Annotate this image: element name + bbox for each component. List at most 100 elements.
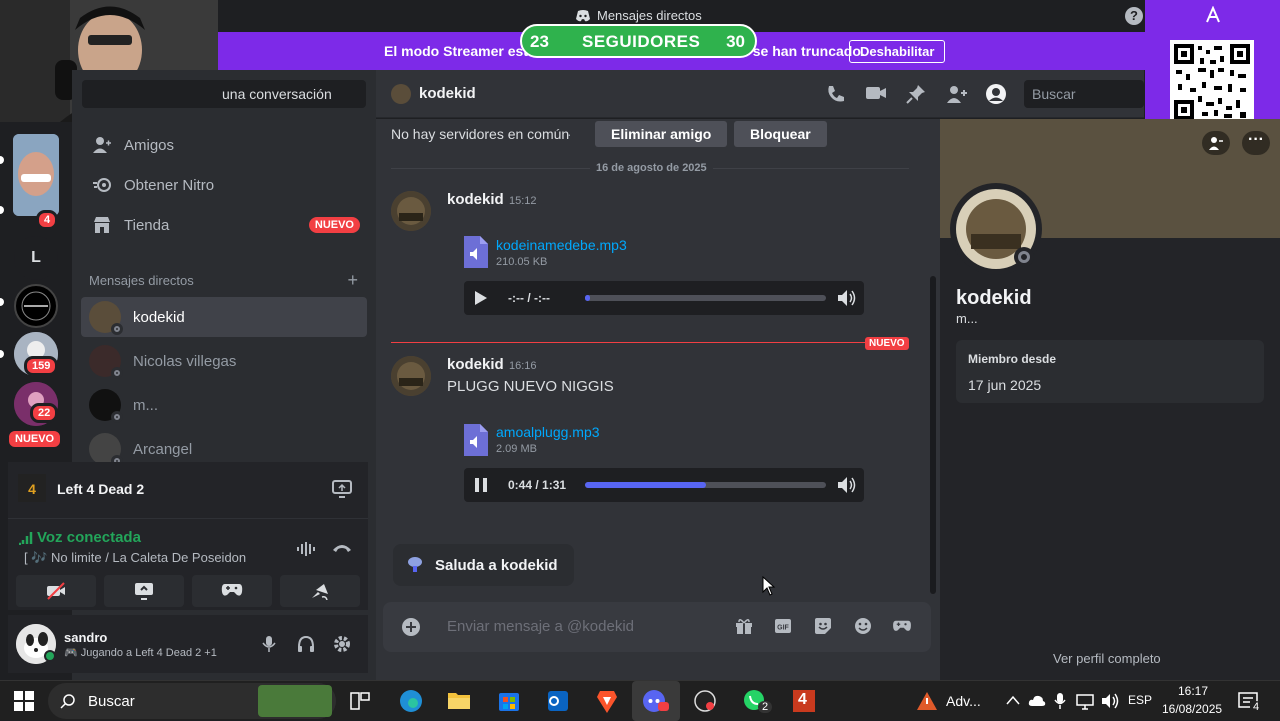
task-view-icon[interactable] xyxy=(350,692,370,710)
stream-screen-icon[interactable] xyxy=(332,480,352,498)
attachment-size: 210.05 KB xyxy=(496,256,548,268)
settings-gear-icon[interactable] xyxy=(332,634,352,654)
disconnect-icon[interactable] xyxy=(332,541,352,555)
attachment-filename[interactable]: amoalplugg.mp3 xyxy=(496,424,600,440)
voice-channel[interactable]: [ 🎶 No limite / La Caleta De Poseidon xyxy=(24,550,246,566)
emoji-icon[interactable] xyxy=(854,617,872,635)
share-screen-button[interactable] xyxy=(104,575,184,607)
server-badge: 4 xyxy=(36,210,59,230)
server-icon-l[interactable]: L xyxy=(14,236,58,280)
user-name: sandro xyxy=(64,630,108,645)
message-input[interactable]: Enviar mensaje a @kodekid xyxy=(447,618,634,635)
message-timestamp: 15:12 xyxy=(509,195,537,207)
audio-player: -:-- / -:-- xyxy=(464,281,864,315)
server-icon-dark[interactable] xyxy=(14,284,58,328)
chevron-up-icon[interactable] xyxy=(1006,694,1020,706)
window-title: Mensajes directos xyxy=(575,8,702,23)
screen-share-icon xyxy=(135,583,153,600)
noise-suppression-icon[interactable] xyxy=(296,541,316,557)
gift-icon[interactable] xyxy=(735,617,753,635)
pause-icon[interactable] xyxy=(474,477,488,493)
warning-app-icon[interactable] xyxy=(916,690,938,712)
nav-shop[interactable]: Tienda NUEVO xyxy=(80,205,368,245)
message-author[interactable]: kodekid xyxy=(447,191,504,208)
remove-friend-button[interactable]: Eliminar amigo xyxy=(595,121,728,147)
volume-icon[interactable] xyxy=(836,288,856,308)
clock-time[interactable]: 16:17 xyxy=(1178,684,1208,698)
dm-item-kodekid[interactable]: kodekid xyxy=(81,297,367,337)
offline-status-icon xyxy=(1014,247,1034,267)
create-dm-icon[interactable]: + xyxy=(347,270,358,291)
store-app-icon[interactable] xyxy=(492,685,526,717)
left4dead-app-icon[interactable]: 4 xyxy=(786,685,820,717)
help-icon[interactable]: ? xyxy=(1125,7,1143,25)
dm-name: m... xyxy=(133,396,158,414)
tray-app-label[interactable]: Adv... xyxy=(946,693,981,709)
audio-progress-track[interactable] xyxy=(585,482,826,488)
game-icon: 4 xyxy=(18,474,46,502)
gif-icon[interactable]: GIF xyxy=(774,618,792,634)
avatar[interactable] xyxy=(391,356,431,396)
message-timestamp: 16:16 xyxy=(509,360,537,372)
view-full-profile-link[interactable]: Ver perfil completo xyxy=(1053,651,1161,666)
volume-icon[interactable] xyxy=(836,475,856,495)
activities-button[interactable] xyxy=(192,575,272,607)
block-button[interactable]: Bloquear xyxy=(734,121,827,147)
language-indicator[interactable]: ESP xyxy=(1128,693,1152,707)
search-input[interactable]: Buscar xyxy=(1024,80,1144,108)
microphone-icon[interactable] xyxy=(262,635,276,653)
sticker-icon[interactable] xyxy=(814,617,832,635)
disable-streamer-button[interactable]: Deshabilitar xyxy=(849,40,946,63)
headphones-icon[interactable] xyxy=(297,635,315,653)
camera-button[interactable] xyxy=(16,575,96,607)
add-friend-profile-icon[interactable] xyxy=(1202,131,1230,155)
chat-header-name[interactable]: kodekid xyxy=(419,85,476,102)
message-author[interactable]: kodekid xyxy=(447,356,504,373)
voice-call-icon[interactable] xyxy=(826,84,846,104)
chat-scrollbar[interactable] xyxy=(930,276,936,594)
file-explorer-icon[interactable] xyxy=(442,685,476,717)
more-options-icon[interactable]: ··· xyxy=(1242,131,1270,155)
add-attachment-icon[interactable] xyxy=(401,617,421,637)
chat-header: kodekid Buscar xyxy=(376,70,1144,118)
dm-item-m[interactable]: m... xyxy=(81,385,367,425)
speaker-icon[interactable] xyxy=(1100,692,1120,710)
add-friends-to-dm-icon[interactable] xyxy=(946,84,968,104)
shop-new-tag: NUEVO xyxy=(308,217,360,233)
server-icon-profile[interactable] xyxy=(13,134,59,216)
pin-icon[interactable] xyxy=(906,84,926,104)
brave-app-icon[interactable] xyxy=(590,685,624,717)
play-icon[interactable] xyxy=(474,290,488,306)
message-text: PLUGG NUEVO NIGGIS xyxy=(447,378,614,395)
taskbar-search[interactable]: Buscar xyxy=(48,683,336,719)
avatar[interactable] xyxy=(391,191,431,231)
audio-progress-fill xyxy=(585,482,706,488)
network-icon[interactable] xyxy=(1076,692,1094,710)
nav-friends-label: Amigos xyxy=(124,136,175,154)
windows-start-icon[interactable] xyxy=(14,691,34,711)
video-call-icon[interactable] xyxy=(865,85,887,101)
cloud-icon[interactable] xyxy=(1028,692,1046,710)
soundboard-button[interactable] xyxy=(280,575,360,607)
discord-app-icon[interactable] xyxy=(632,681,680,721)
server-badge-159: 159 xyxy=(24,356,59,376)
soundboard-icon xyxy=(312,584,328,600)
clock-date[interactable]: 16/08/2025 xyxy=(1162,702,1222,716)
dm-item-nicolas[interactable]: Nicolas villegas xyxy=(81,341,367,381)
find-conversation-input[interactable]: una conversación xyxy=(82,80,366,108)
attachment-filename[interactable]: kodeinamedebe.mp3 xyxy=(496,237,627,253)
search-highlight-image xyxy=(258,685,332,717)
tray-microphone-icon[interactable] xyxy=(1054,692,1066,710)
nav-shop-label: Tienda xyxy=(124,216,170,234)
edge-app-icon[interactable] xyxy=(394,685,428,717)
followers-current: 23 xyxy=(530,32,549,51)
nav-friends[interactable]: Amigos xyxy=(80,125,368,165)
apps-gamepad-icon[interactable] xyxy=(892,619,912,633)
user-profile-icon[interactable] xyxy=(985,83,1007,105)
audio-progress-track[interactable] xyxy=(585,295,826,301)
outlook-app-icon[interactable] xyxy=(540,685,574,717)
wave-button[interactable]: Saluda a kodekid xyxy=(393,544,574,586)
obs-app-icon[interactable] xyxy=(688,685,722,717)
audio-player: 0:44 / 1:31 xyxy=(464,468,864,502)
nav-nitro[interactable]: Obtener Nitro xyxy=(80,165,368,205)
